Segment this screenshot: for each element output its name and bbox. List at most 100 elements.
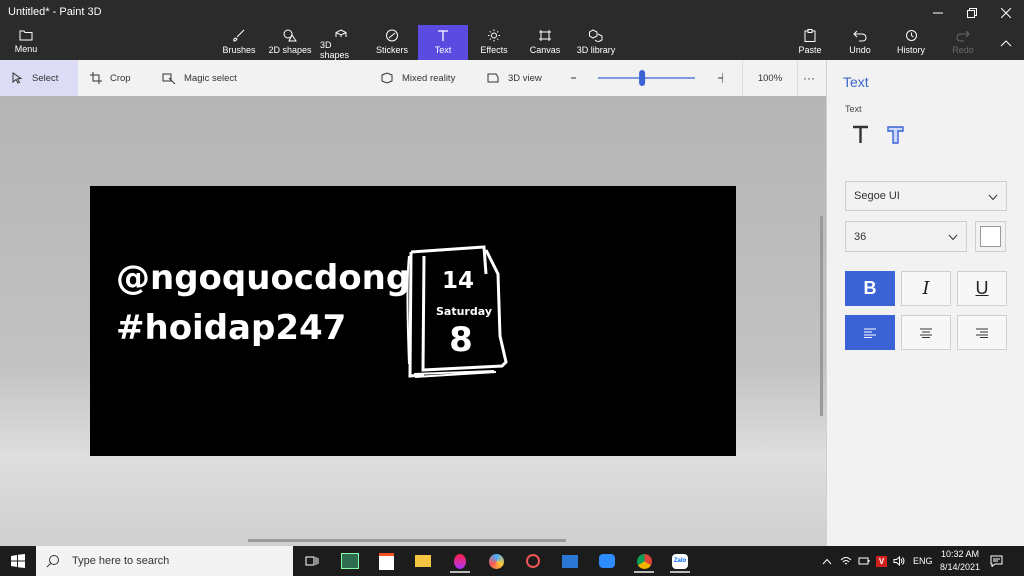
vpn-button[interactable]: V xyxy=(876,546,890,576)
redo-label: Redo xyxy=(952,45,974,55)
underline-button[interactable]: U xyxy=(957,271,1007,306)
restore-button[interactable] xyxy=(955,0,989,25)
language-indicator[interactable]: ENG xyxy=(913,546,933,576)
tool-label: Brushes xyxy=(222,45,256,55)
history-button[interactable]: History xyxy=(894,25,928,60)
select-button[interactable]: Select xyxy=(0,60,78,96)
magic-select-button[interactable]: Magic select xyxy=(162,60,237,96)
start-button[interactable] xyxy=(8,551,28,571)
terminal-icon xyxy=(341,553,359,569)
magic-select-icon xyxy=(162,73,176,84)
canvas-area[interactable]: @ngoquocdong #hoidap247 14 Saturday 8 xyxy=(0,96,826,546)
tool-canvas[interactable]: Canvas xyxy=(528,25,562,60)
tool-stickers[interactable]: Stickers xyxy=(374,25,410,60)
search-placeholder: Type here to search xyxy=(72,555,170,567)
zoom-level[interactable]: 100% xyxy=(742,60,798,96)
plus-icon xyxy=(718,73,723,83)
calendar-weekday: Saturday xyxy=(436,305,492,318)
action-center-button[interactable] xyxy=(990,546,1006,576)
bold-button[interactable]: B xyxy=(845,271,895,306)
3d-text-button[interactable] xyxy=(885,124,907,146)
magic-select-label: Magic select xyxy=(184,72,237,84)
video-call-icon xyxy=(599,554,615,568)
tool-text[interactable]: Text xyxy=(418,25,468,60)
close-button[interactable] xyxy=(989,0,1023,25)
zoom-out-button[interactable] xyxy=(570,60,584,96)
calendar-drawing[interactable]: 14 Saturday 8 xyxy=(406,244,510,380)
tool-brushes[interactable]: Brushes xyxy=(220,25,258,60)
text-color-picker[interactable] xyxy=(975,221,1006,252)
minimize-button[interactable] xyxy=(921,0,955,25)
tool-2d-shapes[interactable]: 2D shapes xyxy=(268,25,312,60)
more-button[interactable]: ··· xyxy=(800,60,818,96)
taskbar-search[interactable]: Type here to search xyxy=(36,546,293,576)
align-left-button[interactable] xyxy=(845,315,895,350)
tool-effects[interactable]: Effects xyxy=(478,25,510,60)
taskbar-app-zoom[interactable] xyxy=(597,551,617,571)
undo-icon xyxy=(853,30,867,42)
redo-button[interactable]: Redo xyxy=(950,25,976,60)
paste-button[interactable]: Paste xyxy=(796,25,824,60)
text-line-hashtag[interactable]: #hoidap247 xyxy=(116,308,346,348)
task-view-button[interactable] xyxy=(302,551,322,571)
taskbar-app-chrome[interactable] xyxy=(634,551,654,573)
battery-button[interactable] xyxy=(858,546,872,576)
2d-text-button[interactable] xyxy=(851,124,871,146)
network-button[interactable] xyxy=(840,546,854,576)
tool-label: Effects xyxy=(480,45,508,55)
artboard[interactable]: @ngoquocdong #hoidap247 14 Saturday 8 xyxy=(90,186,736,456)
horizontal-scrollbar[interactable] xyxy=(248,539,566,542)
tool-label: 3D shapes xyxy=(320,40,350,60)
cube-icon xyxy=(335,29,347,37)
tool-3d-shapes[interactable]: 3D shapes xyxy=(320,25,362,60)
taskbar-app-explorer[interactable] xyxy=(413,551,433,571)
align-right-button[interactable] xyxy=(957,315,1007,350)
vertical-scrollbar[interactable] xyxy=(820,216,823,416)
mixed-reality-button[interactable]: Mixed reality xyxy=(380,60,455,96)
font-family-dropdown[interactable]: Segoe UI xyxy=(845,181,1007,211)
undo-label: Undo xyxy=(849,45,871,55)
crop-icon xyxy=(90,72,102,84)
taskbar-app-photos[interactable] xyxy=(560,551,580,571)
font-size-dropdown[interactable]: 36 xyxy=(845,221,967,252)
chrome-icon xyxy=(636,553,652,569)
3d-view-icon xyxy=(487,73,499,83)
zoom-slider-thumb[interactable] xyxy=(639,70,646,86)
volume-button[interactable] xyxy=(893,546,907,576)
title-bar: Untitled* - Paint 3D xyxy=(0,0,1024,25)
canvas-icon xyxy=(539,30,551,41)
tool-label: Text xyxy=(434,45,452,55)
zoom-in-button[interactable] xyxy=(717,60,731,96)
taskbar: Type here to search Zalo V ENG 10:32 AM … xyxy=(0,546,1024,576)
undo-button[interactable]: Undo xyxy=(846,25,874,60)
crop-button[interactable]: Crop xyxy=(90,60,131,96)
tool-3d-library[interactable]: 3D library xyxy=(574,25,618,60)
taskbar-app-terminal[interactable] xyxy=(340,551,360,571)
taskbar-app-store[interactable] xyxy=(376,551,396,571)
taskbar-app-media[interactable] xyxy=(523,551,543,571)
italic-button[interactable]: I xyxy=(901,271,951,306)
menu-button[interactable]: Menu xyxy=(10,25,42,60)
text-color-swatch xyxy=(980,226,1001,247)
vpn-icon: V xyxy=(876,555,887,567)
panel-title: Text xyxy=(843,74,869,90)
store-icon xyxy=(378,552,394,570)
clock[interactable]: 10:32 AM 8/14/2021 xyxy=(938,546,982,576)
redo-icon xyxy=(956,30,970,42)
sticker-icon xyxy=(386,29,398,42)
history-label: History xyxy=(896,45,925,55)
library-icon xyxy=(589,29,603,42)
3d-view-button[interactable]: 3D view xyxy=(486,60,542,96)
text-line-username[interactable]: @ngoquocdong xyxy=(116,258,410,298)
taskbar-app-paint[interactable] xyxy=(486,551,506,571)
align-center-button[interactable] xyxy=(901,315,951,350)
minus-icon xyxy=(571,77,576,79)
folder-icon xyxy=(415,555,431,567)
taskbar-app-paint3d[interactable] xyxy=(450,551,470,573)
tray-overflow-button[interactable] xyxy=(822,546,834,576)
collapse-ribbon-button[interactable] xyxy=(994,25,1018,60)
windows-logo-icon xyxy=(11,554,25,568)
taskbar-app-zalo[interactable]: Zalo xyxy=(670,551,690,573)
zoom-slider[interactable] xyxy=(598,60,703,96)
chevron-up-icon xyxy=(822,558,832,564)
